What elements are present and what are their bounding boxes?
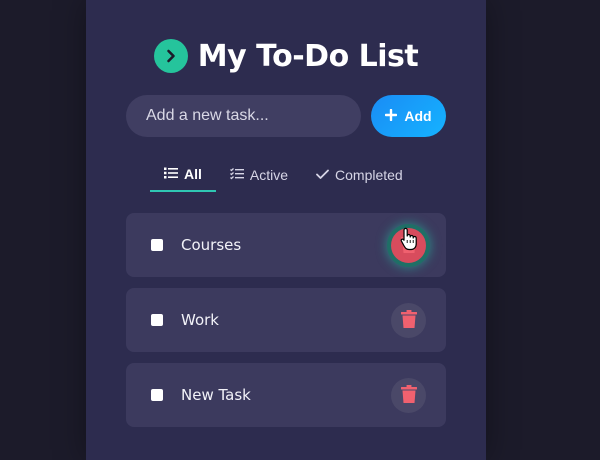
new-task-form: Add [126,95,446,137]
list-item: Work [126,288,446,352]
task-label: New Task [181,386,251,404]
task-checkbox[interactable] [151,389,163,401]
add-task-button[interactable]: Add [371,95,446,137]
task-checkbox[interactable] [151,314,163,326]
tasks-icon [229,167,244,183]
filter-tabs: All Active Completed [150,158,417,194]
add-button-label: Add [404,108,432,124]
check-icon [316,167,329,183]
tab-completed[interactable]: Completed [302,158,417,192]
header: My To-Do List [86,34,486,78]
tab-all-label: All [184,166,202,182]
list-item: New Task [126,363,446,427]
mouse-pointer-icon [400,227,418,255]
todo-card: My To-Do List Add a new task... Add All … [86,0,486,460]
task-label: Courses [181,236,242,254]
list-icon [164,166,178,182]
delete-task-button[interactable] [391,303,426,338]
tab-active-label: Active [249,167,289,183]
tab-completed-label: Completed [335,167,403,183]
new-task-input[interactable] [126,95,361,137]
task-label: Work [181,311,219,329]
tab-active[interactable]: Active [216,158,302,192]
delete-task-button[interactable] [391,378,426,413]
list-item: Courses [126,213,446,277]
trash-icon [400,384,417,407]
chevron-right-icon [153,39,188,73]
trash-icon [400,309,417,332]
task-checkbox[interactable] [151,239,163,251]
tab-all[interactable]: All [150,158,216,192]
page-title: My To-Do List [197,38,419,74]
plus-icon [385,108,398,124]
